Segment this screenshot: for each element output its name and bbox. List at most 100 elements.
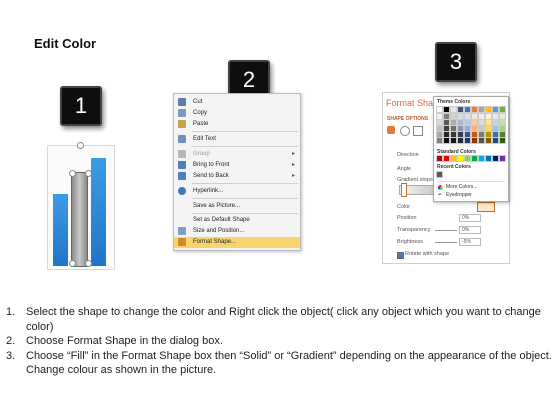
gradient-stop-handle[interactable] xyxy=(401,183,407,197)
menu-item-format-shape[interactable]: Format Shape... xyxy=(174,237,300,248)
color-swatch[interactable] xyxy=(499,106,506,113)
color-swatch[interactable] xyxy=(436,106,443,113)
menu-item-edit-text[interactable]: Edit Text xyxy=(174,134,300,145)
color-swatch[interactable] xyxy=(485,137,492,144)
color-swatch[interactable] xyxy=(471,155,478,162)
menu-item-bring-to-front[interactable]: Bring to Front ▸ xyxy=(174,160,300,171)
blue-bar-shape[interactable] xyxy=(91,158,106,266)
color-swatch[interactable] xyxy=(478,125,485,132)
blue-bar-shape[interactable] xyxy=(53,194,68,266)
color-swatch[interactable] xyxy=(450,119,457,126)
resize-handle[interactable] xyxy=(69,170,76,177)
transparency-field[interactable]: 0% xyxy=(459,226,481,234)
color-swatch[interactable] xyxy=(492,137,499,144)
color-swatch[interactable] xyxy=(450,155,457,162)
color-swatch[interactable] xyxy=(499,113,506,120)
color-swatch[interactable] xyxy=(485,131,492,138)
color-swatch[interactable] xyxy=(436,137,443,144)
color-swatch[interactable] xyxy=(478,137,485,144)
menu-item-size-and-position[interactable]: Size and Position... xyxy=(174,226,300,237)
color-swatch[interactable] xyxy=(492,119,499,126)
color-swatch[interactable] xyxy=(464,113,471,120)
color-swatch[interactable] xyxy=(457,155,464,162)
color-swatch[interactable] xyxy=(478,106,485,113)
color-swatch[interactable] xyxy=(471,137,478,144)
color-swatch[interactable] xyxy=(443,155,450,162)
color-swatch[interactable] xyxy=(464,125,471,132)
tab-shape-options[interactable]: SHAPE OPTIONS xyxy=(387,116,428,122)
more-colors-link[interactable]: More Colors... xyxy=(446,184,477,190)
menu-item-save-as-picture[interactable]: Save as Picture... xyxy=(174,201,300,212)
color-swatch[interactable] xyxy=(492,131,499,138)
color-swatch[interactable] xyxy=(450,125,457,132)
color-swatch[interactable] xyxy=(457,131,464,138)
color-swatch[interactable] xyxy=(457,113,464,120)
color-swatch[interactable] xyxy=(492,113,499,120)
color-swatch[interactable] xyxy=(436,155,443,162)
color-swatch[interactable] xyxy=(499,125,506,132)
rotation-handle[interactable] xyxy=(77,142,84,149)
color-swatch[interactable] xyxy=(471,113,478,120)
color-swatch[interactable] xyxy=(471,106,478,113)
menu-item-cut[interactable]: Cut xyxy=(174,97,300,108)
color-swatch[interactable] xyxy=(485,125,492,132)
color-swatch[interactable] xyxy=(436,125,443,132)
color-swatch[interactable] xyxy=(436,119,443,126)
color-swatch[interactable] xyxy=(464,119,471,126)
color-swatch[interactable] xyxy=(443,131,450,138)
color-swatch[interactable] xyxy=(457,106,464,113)
color-swatch[interactable] xyxy=(443,119,450,126)
color-swatch[interactable] xyxy=(471,119,478,126)
size-properties-icon[interactable] xyxy=(413,126,423,136)
color-swatch[interactable] xyxy=(478,155,485,162)
resize-handle[interactable] xyxy=(85,170,92,177)
color-swatch[interactable] xyxy=(443,125,450,132)
color-swatch[interactable] xyxy=(471,125,478,132)
color-swatch[interactable] xyxy=(499,155,506,162)
color-swatch[interactable] xyxy=(485,106,492,113)
color-swatch[interactable] xyxy=(443,113,450,120)
menu-item-hyperlink[interactable]: Hyperlink... xyxy=(174,186,300,197)
color-swatch[interactable] xyxy=(443,106,450,113)
color-swatch[interactable] xyxy=(492,155,499,162)
rotate-with-shape-checkbox[interactable] xyxy=(397,252,404,259)
color-swatch[interactable] xyxy=(478,131,485,138)
effects-icon[interactable] xyxy=(400,126,410,136)
menu-item-paste[interactable]: Paste xyxy=(174,119,300,130)
color-swatch[interactable] xyxy=(464,155,471,162)
color-swatch[interactable] xyxy=(499,119,506,126)
color-swatch[interactable] xyxy=(457,119,464,126)
brightness-slider[interactable] xyxy=(435,242,457,243)
menu-item-copy[interactable]: Copy xyxy=(174,108,300,119)
color-swatch[interactable] xyxy=(450,131,457,138)
resize-handle[interactable] xyxy=(85,260,92,267)
color-swatch[interactable] xyxy=(457,137,464,144)
color-swatch[interactable] xyxy=(485,155,492,162)
color-swatch[interactable] xyxy=(450,106,457,113)
eyedropper-link[interactable]: Eyedropper xyxy=(446,192,472,198)
color-swatch[interactable] xyxy=(436,113,443,120)
transparency-slider[interactable] xyxy=(435,230,457,231)
color-swatch[interactable] xyxy=(478,119,485,126)
color-picker-button[interactable] xyxy=(477,202,495,212)
menu-item-send-to-back[interactable]: Send to Back ▸ xyxy=(174,171,300,182)
resize-handle[interactable] xyxy=(69,260,76,267)
color-swatch[interactable] xyxy=(478,113,485,120)
color-swatch[interactable] xyxy=(464,137,471,144)
menu-item-set-default-shape[interactable]: Set as Default Shape xyxy=(174,215,300,226)
color-swatch[interactable] xyxy=(492,106,499,113)
color-swatch[interactable] xyxy=(499,137,506,144)
color-swatch[interactable] xyxy=(457,125,464,132)
color-swatch[interactable] xyxy=(492,125,499,132)
fill-line-icon[interactable] xyxy=(387,126,395,134)
color-swatch[interactable] xyxy=(464,131,471,138)
brightness-field[interactable]: -5% xyxy=(459,238,481,246)
color-swatch[interactable] xyxy=(485,113,492,120)
color-swatch[interactable] xyxy=(443,137,450,144)
position-field[interactable]: 0% xyxy=(459,214,481,222)
selected-gray-bar-shape[interactable] xyxy=(71,172,88,267)
color-swatch[interactable] xyxy=(485,119,492,126)
color-swatch[interactable] xyxy=(436,171,443,178)
color-swatch[interactable] xyxy=(450,137,457,144)
color-swatch[interactable] xyxy=(464,106,471,113)
